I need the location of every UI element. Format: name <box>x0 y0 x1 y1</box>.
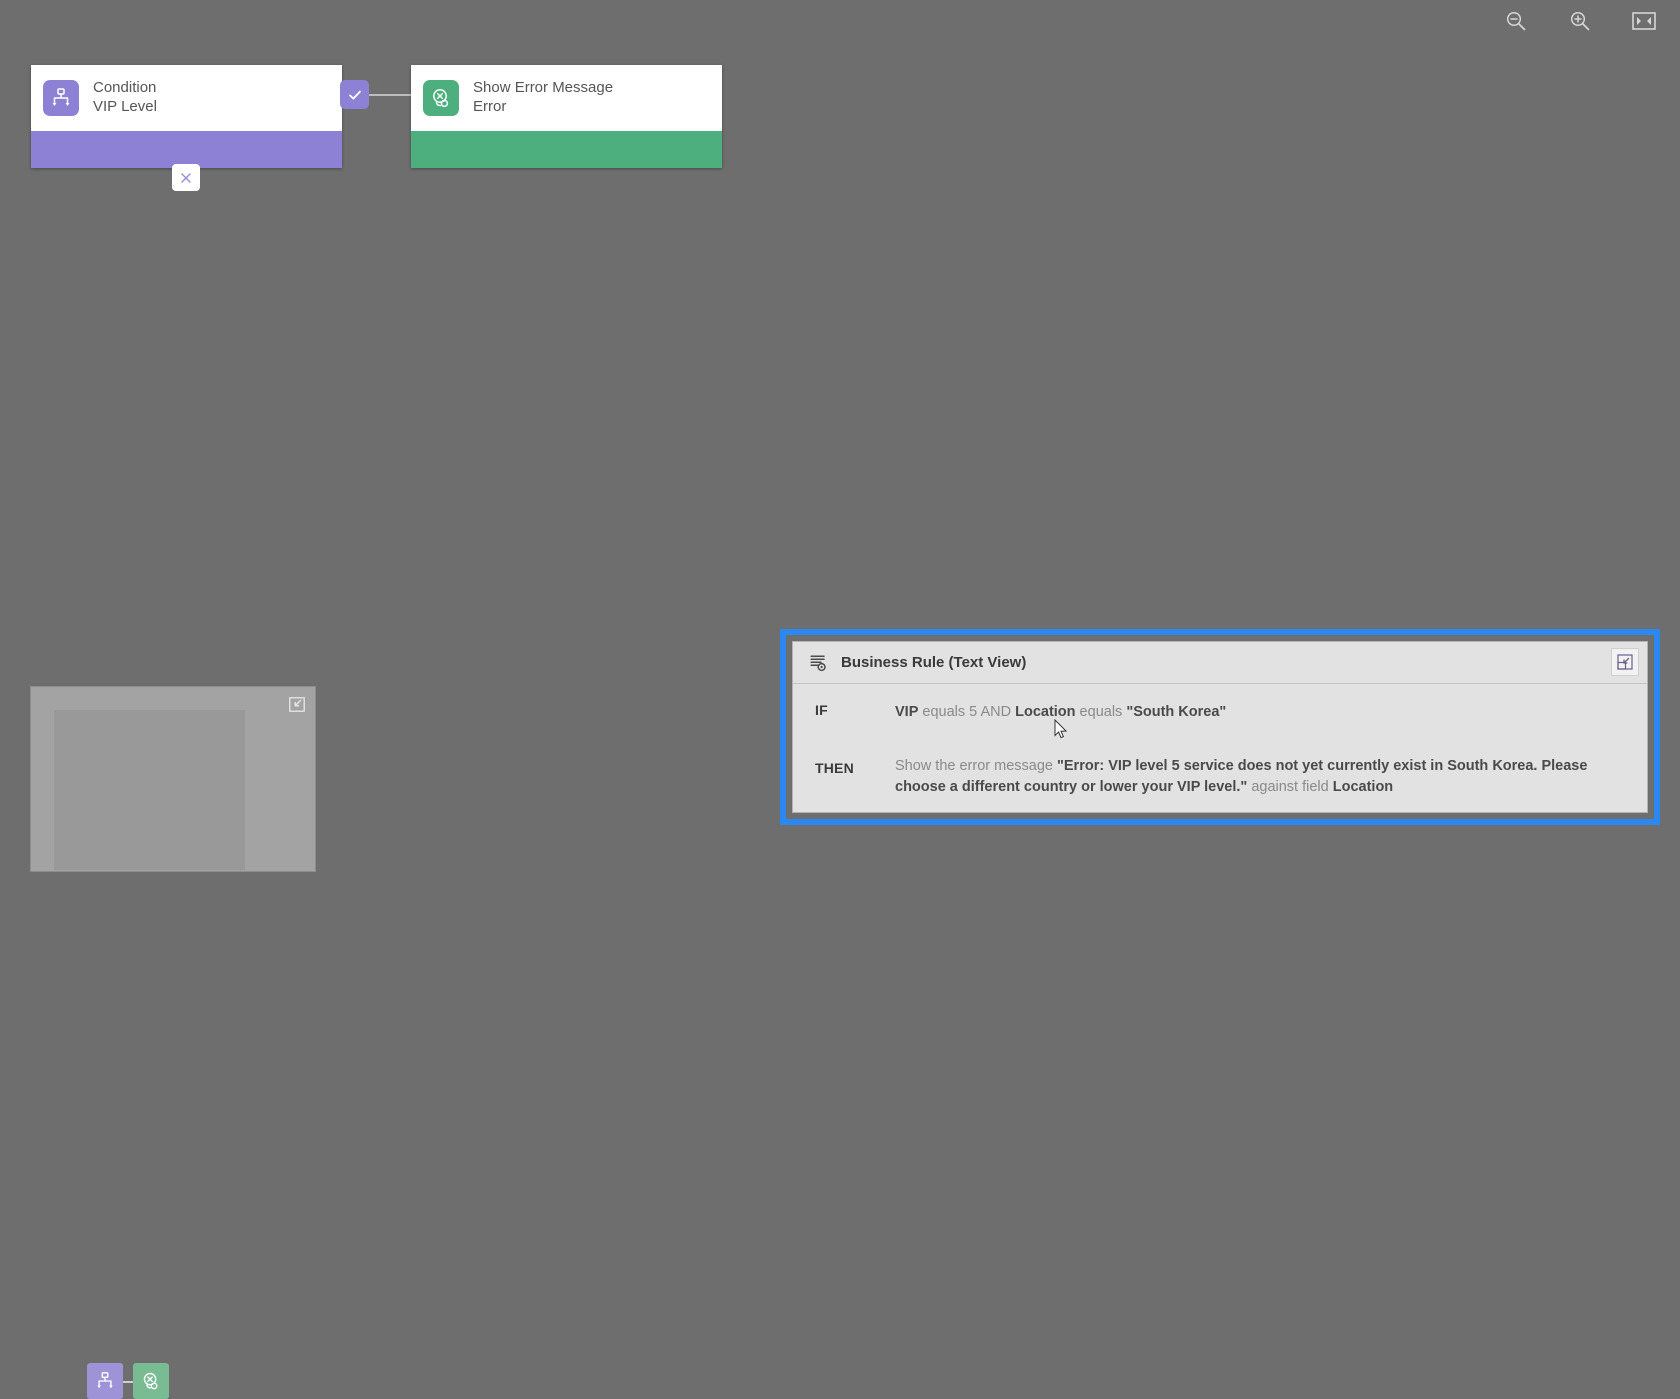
node-header: Show Error Message Error <box>411 65 722 131</box>
node-color-bar <box>411 131 722 168</box>
rule-then-label: THEN <box>815 760 854 776</box>
node-title: Condition <box>93 79 157 97</box>
business-rule-panel-title: Business Rule (Text View) <box>841 654 1027 671</box>
condition-branch-icon <box>43 80 79 116</box>
node-text: Condition VIP Level <box>93 79 157 117</box>
branch-false-badge[interactable] <box>172 164 200 191</box>
rule-then-text: Show the error message "Error: VIP level… <box>895 758 1588 795</box>
business-rule-panel[interactable]: Business Rule (Text View) IF VIP equals … <box>780 629 1660 825</box>
canvas-toolbar <box>1502 0 1680 42</box>
minimap[interactable] <box>30 686 316 1399</box>
flow-node-show-error-message[interactable]: Show Error Message Error <box>411 65 722 168</box>
node-subtitle: Error <box>473 98 507 115</box>
node-header: Condition VIP Level <box>31 65 342 131</box>
minimap-node-condition <box>87 1363 123 1399</box>
flow-node-condition[interactable]: Condition VIP Level <box>31 65 342 168</box>
branch-true-badge[interactable] <box>340 80 369 109</box>
close-icon <box>181 172 191 183</box>
zoom-out-icon[interactable] <box>1502 7 1530 35</box>
zoom-in-icon[interactable] <box>1566 7 1594 35</box>
business-rule-icon <box>807 652 829 674</box>
restore-panel-icon[interactable] <box>1611 648 1639 676</box>
collapse-minimap-icon[interactable] <box>287 695 307 713</box>
show-error-message-icon <box>423 80 459 116</box>
flow-canvas[interactable]: Condition VIP Level Show Error Message E… <box>0 0 1680 1399</box>
business-rule-panel-body: IF VIP equals 5 AND Location equals "Sou… <box>793 684 1647 812</box>
minimap-viewport[interactable] <box>54 710 245 870</box>
node-connector-line <box>368 94 416 96</box>
node-subtitle: VIP Level <box>93 98 157 115</box>
rule-if-text: VIP equals 5 AND Location equals "South … <box>895 704 1227 720</box>
node-color-bar <box>31 131 342 168</box>
rule-then-row: THEN Show the error message "Error: VIP … <box>815 736 1625 797</box>
business-rule-panel-header: Business Rule (Text View) <box>793 642 1647 684</box>
node-text: Show Error Message Error <box>473 79 613 117</box>
check-icon <box>348 90 361 99</box>
rule-if-row: IF VIP equals 5 AND Location equals "Sou… <box>815 702 1625 734</box>
rule-if-label: IF <box>815 702 828 718</box>
node-title: Show Error Message <box>473 79 614 97</box>
fit-to-screen-icon[interactable] <box>1630 7 1658 35</box>
business-rule-panel-inner: Business Rule (Text View) IF VIP equals … <box>792 641 1648 813</box>
minimap-node-show-error-message <box>133 1363 169 1399</box>
